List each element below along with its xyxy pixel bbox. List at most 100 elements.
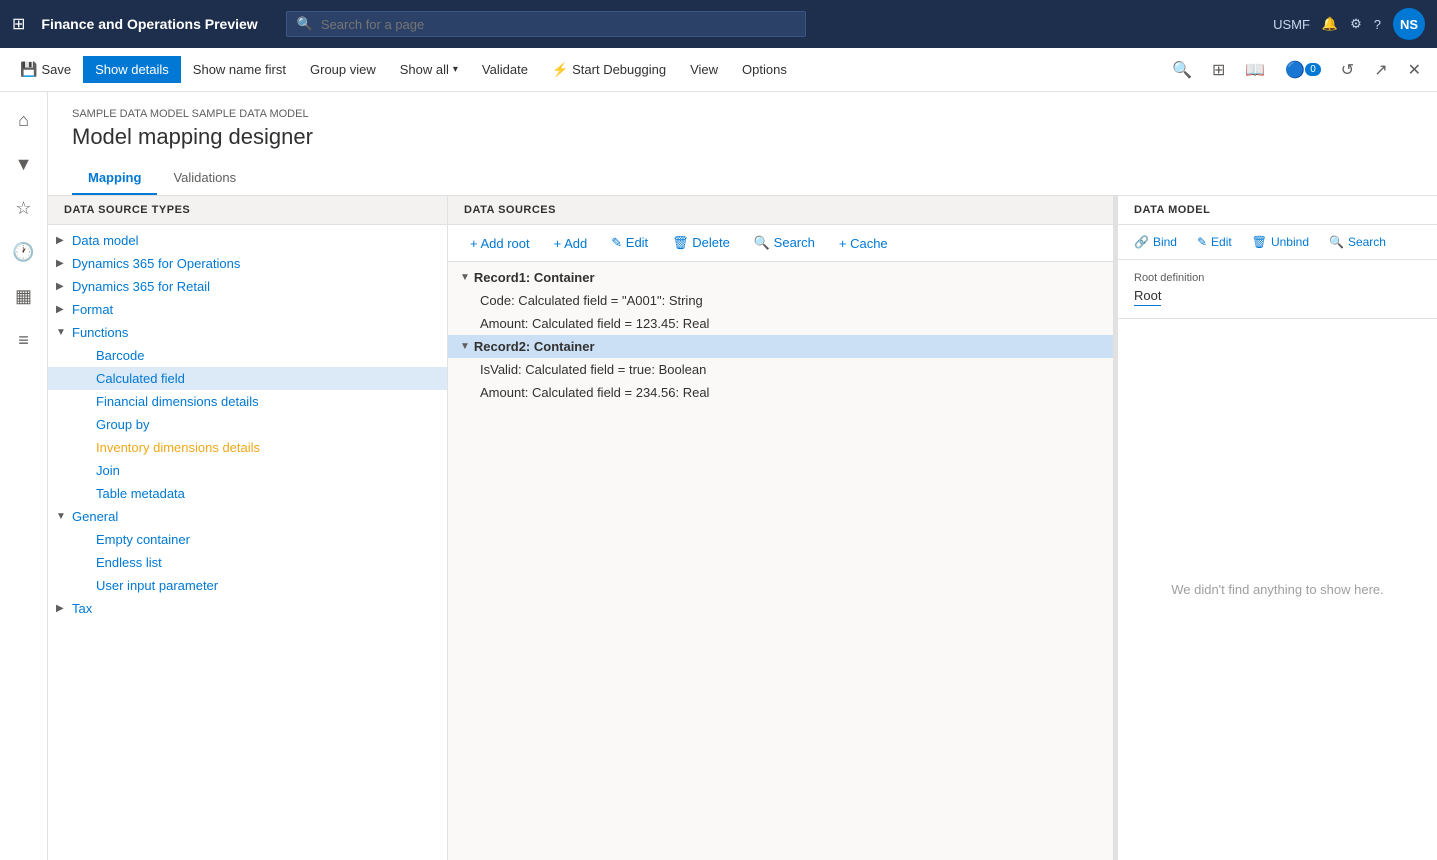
top-nav-bar: ⊞ Finance and Operations Preview 🔍 USMF … [0,0,1437,48]
sidebar-dashboard-icon[interactable]: ▦ [4,276,44,316]
dm-edit-button[interactable]: ✎ Edit [1189,231,1240,253]
open-new-cmd-icon[interactable]: ↗ [1366,54,1395,86]
cache-button[interactable]: + Cache [829,232,898,255]
tree-item-barcode[interactable]: Barcode [48,344,447,367]
sidebar-list-icon[interactable]: ≡ [4,320,44,360]
toggle-record1: ▼ [460,272,470,283]
data-model-empty-message: We didn't find anything to show here. [1118,319,1437,860]
tree-item-d365-retail[interactable]: ▶ Dynamics 365 for Retail [48,275,447,298]
tree-item-endless-list[interactable]: Endless list [48,551,447,574]
data-source-types-tree: ▶ Data model ▶ Dynamics 365 for Operatio… [48,225,447,860]
data-model-toolbar: 🔗 Bind ✎ Edit 🗑 Unbind 🔍 Search [1118,225,1437,260]
refresh-cmd-icon[interactable]: ↺ [1333,54,1362,86]
grid-cmd-icon[interactable]: ⊞ [1204,54,1233,86]
tree-item-empty-container[interactable]: Empty container [48,528,447,551]
d365-retail-label: Dynamics 365 for Retail [72,279,210,294]
tab-mapping[interactable]: Mapping [72,162,157,195]
validate-button[interactable]: Validate [470,56,540,83]
ds-record1[interactable]: ▼ Record1: Container [448,266,1113,289]
tree-item-d365-ops[interactable]: ▶ Dynamics 365 for Operations [48,252,447,275]
tree-item-join[interactable]: Join [48,459,447,482]
data-sources-tree: ▼ Record1: Container Code: Calculated fi… [448,262,1113,860]
sidebar-home-icon[interactable]: ⌂ [4,100,44,140]
tree-item-user-input[interactable]: User input parameter [48,574,447,597]
empty-container-label: Empty container [96,532,190,547]
toggle-d365-retail: ▶ [56,281,72,292]
page-title: Model mapping designer [72,124,1413,150]
data-sources-panel: DATA SOURCES + Add root + Add ✎ Edit 🗑 D… [448,196,1113,860]
unbind-button[interactable]: 🗑 Unbind [1244,231,1317,253]
tree-item-inventory-dim[interactable]: Inventory dimensions details [48,436,447,459]
sidebar-star-icon[interactable]: ☆ [4,188,44,228]
amount-field2-label: Amount: Calculated field = 234.56: Real [480,385,709,400]
right-area: DATA SOURCES + Add root + Add ✎ Edit 🗑 D… [448,196,1437,860]
toggle-functions: ▼ [56,327,72,338]
tree-item-general[interactable]: ▼ General [48,505,447,528]
global-search-input[interactable] [321,17,795,32]
dm-search-button[interactable]: 🔍 Search [1321,231,1394,253]
notification-icon[interactable]: 🔔 [1322,16,1338,32]
edit-button[interactable]: ✎ Edit [601,231,658,255]
add-root-button[interactable]: + Add root [460,232,540,255]
show-name-first-button[interactable]: Show name first [181,56,298,83]
bind-icon: 🔗 [1134,235,1149,249]
add-button[interactable]: + Add [544,232,598,255]
root-definition-section: Root definition Root [1118,260,1437,319]
ds-isvalid-field[interactable]: IsValid: Calculated field = true: Boolea… [448,358,1113,381]
search-cmd-icon[interactable]: 🔍 [1164,54,1200,86]
content-body: DATA SOURCE TYPES ▶ Data model ▶ Dynamic… [48,196,1437,860]
tree-item-table-metadata[interactable]: Table metadata [48,482,447,505]
dm-search-icon: 🔍 [1329,235,1344,249]
tree-item-financial-dim[interactable]: Financial dimensions details [48,390,447,413]
ds-record2[interactable]: ▼ Record2: Container [448,335,1113,358]
command-bar-right: 🔍 ⊞ 📖 🔵0 ↺ ↗ ✕ [1164,54,1429,86]
group-view-button[interactable]: Group view [298,56,388,83]
grid-icon[interactable]: ⊞ [12,14,25,34]
record1-label: Record1: Container [474,270,595,285]
tree-item-tax[interactable]: ▶ Tax [48,597,447,620]
show-details-button[interactable]: Show details [83,56,181,83]
tree-item-format[interactable]: ▶ Format [48,298,447,321]
tree-item-group-by[interactable]: Group by [48,413,447,436]
ds-amount-field1[interactable]: Amount: Calculated field = 123.45: Real [448,312,1113,335]
financial-dim-label: Financial dimensions details [96,394,259,409]
global-search-box[interactable]: 🔍 [286,11,806,37]
toggle-general: ▼ [56,511,72,522]
ds-code-field[interactable]: Code: Calculated field = "A001": String [448,289,1113,312]
notifications-cmd-icon[interactable]: 🔵0 [1277,54,1328,86]
help-icon[interactable]: ? [1374,17,1381,32]
chevron-down-icon: ▾ [453,64,458,75]
close-cmd-icon[interactable]: ✕ [1400,54,1429,86]
inventory-dim-label: Inventory dimensions details [96,440,260,455]
tax-label: Tax [72,601,92,616]
sidebar-filter-icon[interactable]: ▼ [4,144,44,184]
root-definition-value: Root [1134,288,1161,306]
sidebar-clock-icon[interactable]: 🕐 [4,232,44,272]
user-code: USMF [1273,17,1310,32]
general-label: General [72,509,118,524]
tree-item-functions[interactable]: ▼ Functions [48,321,447,344]
record2-label: Record2: Container [474,339,595,354]
tree-item-calculated-field[interactable]: Calculated field [48,367,447,390]
delete-button[interactable]: 🗑 Delete [662,231,740,255]
user-avatar[interactable]: NS [1393,8,1425,40]
options-button[interactable]: Options [730,56,799,83]
search-icon: 🔍 [297,16,313,32]
ds-amount-field2[interactable]: Amount: Calculated field = 234.56: Real [448,381,1113,404]
left-panel-header: DATA SOURCE TYPES [48,196,447,225]
settings-icon[interactable]: ⚙ [1350,16,1362,32]
data-model-label: Data model [72,233,138,248]
bookmark-cmd-icon[interactable]: 📖 [1237,54,1273,86]
command-bar: 💾 Save Show details Show name first Grou… [0,48,1437,92]
search-button[interactable]: 🔍 Search [744,231,825,255]
view-button[interactable]: View [678,56,730,83]
breadcrumb: SAMPLE DATA MODEL SAMPLE DATA MODEL [72,108,1413,120]
start-debugging-button[interactable]: ⚡ Start Debugging [540,56,678,84]
unbind-icon: 🗑 [1252,235,1267,249]
tab-validations[interactable]: Validations [157,162,252,195]
tree-item-data-model[interactable]: ▶ Data model [48,229,447,252]
show-all-button[interactable]: Show all ▾ [388,56,470,83]
dm-edit-icon: ✎ [1197,235,1207,249]
bind-button[interactable]: 🔗 Bind [1126,231,1185,253]
save-button[interactable]: 💾 Save [8,55,83,84]
